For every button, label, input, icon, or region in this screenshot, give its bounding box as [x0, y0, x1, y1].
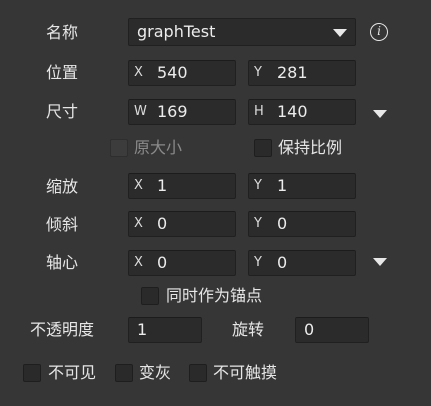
pivot-as-anchor-label: 同时作为锚点 — [166, 286, 263, 305]
grayed-checkbox[interactable] — [115, 364, 133, 382]
original-size-checkbox[interactable] — [110, 139, 128, 157]
invisible-checkbox[interactable] — [23, 364, 41, 382]
size-h-value: 140 — [277, 102, 308, 121]
rotation-label: 旋转 — [232, 320, 265, 339]
skew-x-field[interactable]: X 0 — [128, 211, 236, 237]
original-size-label: 原大小 — [134, 138, 183, 157]
size-options-chevron-down-icon[interactable] — [373, 110, 387, 118]
skew-x-axis: X — [134, 216, 143, 231]
position-y-value: 281 — [277, 63, 308, 82]
position-label: 位置 — [46, 63, 79, 82]
name-value: graphTest — [137, 22, 216, 41]
keep-ratio-checkbox[interactable] — [254, 139, 272, 157]
scale-label: 缩放 — [46, 177, 79, 196]
info-icon[interactable]: i — [370, 23, 388, 41]
untouchable-checkbox[interactable] — [189, 364, 207, 382]
size-w-value: 169 — [157, 102, 188, 121]
skew-y-value: 0 — [277, 214, 288, 233]
size-w-field[interactable]: W 169 — [128, 99, 236, 125]
position-x-field[interactable]: X 540 — [128, 60, 236, 86]
opacity-label: 不透明度 — [30, 320, 95, 339]
skew-label: 倾斜 — [46, 215, 79, 234]
name-label: 名称 — [46, 23, 79, 42]
pivot-label: 轴心 — [46, 253, 79, 272]
pivot-options-chevron-down-icon[interactable] — [373, 258, 387, 266]
size-h-axis: H — [254, 104, 264, 119]
opacity-field[interactable]: 1 — [128, 317, 202, 343]
pivot-y-field[interactable]: Y 0 — [248, 250, 356, 276]
chevron-down-icon — [333, 29, 347, 37]
position-y-field[interactable]: Y 281 — [248, 60, 356, 86]
size-h-field[interactable]: H 140 — [248, 99, 356, 125]
position-x-value: 540 — [157, 63, 188, 82]
keep-ratio-label: 保持比例 — [278, 138, 343, 157]
scale-x-value: 1 — [157, 176, 168, 195]
position-y-axis: Y — [254, 65, 262, 80]
untouchable-label: 不可触摸 — [213, 363, 278, 382]
opacity-value: 1 — [137, 320, 148, 339]
scale-y-value: 1 — [277, 176, 288, 195]
skew-x-value: 0 — [157, 214, 168, 233]
size-w-axis: W — [134, 104, 147, 119]
invisible-label: 不可见 — [48, 363, 97, 382]
grayed-label: 变灰 — [139, 363, 172, 382]
rotation-field[interactable]: 0 — [295, 317, 369, 343]
pivot-y-value: 0 — [277, 253, 288, 272]
scale-y-field[interactable]: Y 1 — [248, 173, 356, 199]
pivot-x-axis: X — [134, 255, 143, 270]
skew-y-axis: Y — [254, 216, 262, 231]
pivot-as-anchor-checkbox[interactable] — [141, 287, 159, 305]
position-x-axis: X — [134, 65, 143, 80]
scale-x-field[interactable]: X 1 — [128, 173, 236, 199]
scale-x-axis: X — [134, 178, 143, 193]
name-select[interactable]: graphTest — [128, 18, 356, 46]
size-label: 尺寸 — [46, 102, 79, 121]
scale-y-axis: Y — [254, 178, 262, 193]
rotation-value: 0 — [304, 320, 315, 339]
skew-y-field[interactable]: Y 0 — [248, 211, 356, 237]
pivot-x-field[interactable]: X 0 — [128, 250, 236, 276]
pivot-x-value: 0 — [157, 253, 168, 272]
pivot-y-axis: Y — [254, 255, 262, 270]
